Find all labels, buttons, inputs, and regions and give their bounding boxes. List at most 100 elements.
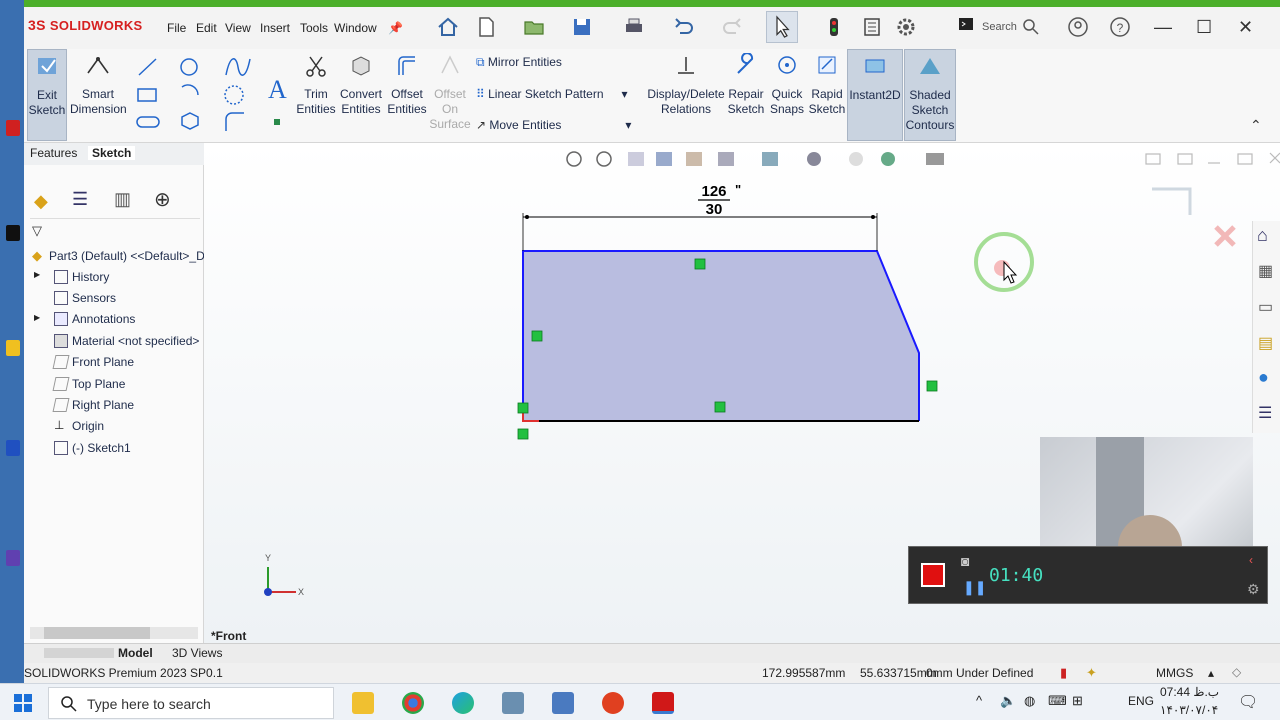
save-icon[interactable] xyxy=(570,15,594,39)
taskbar-search-input[interactable]: Type here to search xyxy=(87,696,211,712)
display-delete-relations-button[interactable]: Display/Delete Relations xyxy=(646,53,726,117)
chevron-down-icon[interactable]: ▾ xyxy=(625,118,631,132)
menu-window[interactable]: Window xyxy=(334,21,377,35)
language-icon[interactable]: ⊞ xyxy=(1072,693,1083,709)
offset-entities-button[interactable]: Offset Entities xyxy=(384,53,430,117)
redo-icon[interactable] xyxy=(720,15,744,39)
shaded-sketch-contours-button[interactable]: Shaded Sketch Contours xyxy=(904,49,956,141)
tree-item-material[interactable]: Material <not specified> xyxy=(72,334,199,348)
command-search-icon[interactable] xyxy=(958,16,974,32)
menu-edit[interactable]: Edit xyxy=(196,21,217,35)
desktop-app-icon[interactable] xyxy=(6,340,20,356)
filter-icon[interactable]: ▽ xyxy=(32,223,42,239)
expand-arrow-icon[interactable]: ▶ xyxy=(34,270,40,279)
tab-3d-views[interactable]: 3D Views xyxy=(172,646,222,660)
gear-icon[interactable] xyxy=(894,15,918,39)
design-library-icon[interactable]: ▦ xyxy=(1258,261,1273,281)
notifications-icon[interactable]: 🗨 xyxy=(1238,692,1258,712)
pause-icon[interactable]: ❚❚ xyxy=(963,579,986,596)
desktop-app-icon[interactable] xyxy=(6,225,20,241)
smart-dimension-button[interactable]: Smart Dimension xyxy=(70,53,127,117)
chevron-down-icon[interactable]: ▾ xyxy=(622,87,628,101)
scrollbar-thumb[interactable] xyxy=(44,627,150,639)
desktop-app-icon[interactable] xyxy=(6,120,20,136)
search-input[interactable]: Search xyxy=(982,21,1017,33)
solidworks-resources-icon[interactable]: ⌂ xyxy=(1257,225,1268,246)
view-palette-icon[interactable]: ▤ xyxy=(1258,333,1273,353)
tree-item-sensors[interactable]: Sensors xyxy=(72,291,116,305)
repair-sketch-button[interactable]: Repair Sketch xyxy=(726,52,766,117)
offset-on-surface-button[interactable]: Offset On Surface xyxy=(428,53,472,132)
collapse-ribbon-icon[interactable]: ⌃ xyxy=(1250,117,1262,134)
show-hidden-icons[interactable]: ^ xyxy=(976,693,982,708)
mirror-entities-button[interactable]: ⧉ Mirror Entities xyxy=(476,55,562,70)
tree-item-right-plane[interactable]: Right Plane xyxy=(72,398,134,412)
clock-date[interactable]: ۱۴۰۳/۰۷/۰۴ xyxy=(1160,703,1218,717)
menu-tools[interactable]: Tools xyxy=(300,21,328,35)
tag-icon[interactable]: ◇ xyxy=(1232,665,1241,679)
tree-item-sketch1[interactable]: (-) Sketch1 xyxy=(72,441,131,455)
rapid-sketch-button[interactable]: Rapid Sketch xyxy=(808,53,846,117)
camera-icon[interactable]: ◙ xyxy=(961,553,969,569)
windows-start-icon[interactable] xyxy=(14,694,32,712)
tree-item-history[interactable]: History xyxy=(72,270,109,284)
viewport-window-controls[interactable] xyxy=(1145,152,1280,165)
tab-scroll-arrows[interactable] xyxy=(44,648,114,658)
unit-dropdown-icon[interactable]: ▴ xyxy=(1208,666,1214,680)
undo-icon[interactable] xyxy=(672,15,696,39)
convert-entities-button[interactable]: Convert Entities xyxy=(338,53,384,117)
tree-item-annotations[interactable]: Annotations xyxy=(72,312,135,326)
exit-sketch-button[interactable]: Exit Sketch xyxy=(27,49,67,141)
language-indicator[interactable]: ENG xyxy=(1128,694,1154,708)
network-icon[interactable]: ◍ xyxy=(1024,693,1035,709)
rebuild-icon[interactable] xyxy=(822,15,846,39)
help-icon[interactable]: ? xyxy=(1108,15,1132,39)
menu-insert[interactable]: Insert xyxy=(260,21,290,35)
custom-properties-icon[interactable]: ☰ xyxy=(1258,403,1272,423)
file-explorer-icon[interactable]: ▭ xyxy=(1258,297,1273,317)
tree-item-top-plane[interactable]: Top Plane xyxy=(72,377,125,391)
edge-icon[interactable] xyxy=(452,692,474,714)
search-icon[interactable] xyxy=(1022,18,1040,36)
pin-icon[interactable]: 📌 xyxy=(388,21,403,35)
close-button[interactable]: ✕ xyxy=(1238,17,1253,38)
calculator-icon[interactable] xyxy=(552,692,574,714)
user-account-icon[interactable] xyxy=(1066,15,1090,39)
property-manager-icon[interactable]: ☰ xyxy=(72,189,88,210)
home-icon[interactable] xyxy=(436,15,460,39)
taskbar-search-box[interactable]: Type here to search xyxy=(48,687,334,719)
instant2d-button[interactable]: Instant2D xyxy=(847,49,903,141)
file-properties-icon[interactable] xyxy=(860,15,884,39)
linear-sketch-pattern-button[interactable]: ⠿ Linear Sketch Pattern ▾ xyxy=(476,87,628,101)
dimension-value-fraction[interactable]: 30 xyxy=(706,201,723,218)
maximize-button[interactable]: ☐ xyxy=(1196,17,1212,38)
desktop-app-icon[interactable] xyxy=(6,440,20,456)
select-tool-button[interactable] xyxy=(766,11,798,43)
dimxpert-manager-icon[interactable]: ⊕ xyxy=(154,187,171,212)
heads-up-view-toolbar[interactable] xyxy=(566,151,944,167)
tab-sketch[interactable]: Sketch xyxy=(88,146,136,160)
menu-view[interactable]: View xyxy=(225,21,251,35)
open-folder-icon[interactable] xyxy=(522,15,546,39)
cancel-sketch-icon[interactable] xyxy=(1214,225,1236,247)
solidworks-logo[interactable]: 3S SOLIDWORKS xyxy=(28,17,142,33)
tree-horizontal-scrollbar[interactable] xyxy=(30,627,198,639)
clock-time[interactable]: 07:44 ب.ظ xyxy=(1160,685,1219,699)
text-tool-icon[interactable]: A xyxy=(268,75,287,105)
recorder-app-icon[interactable] xyxy=(602,692,624,714)
expand-arrow-icon[interactable]: ▶ xyxy=(34,313,40,322)
desktop-app-icon[interactable] xyxy=(6,550,20,566)
recorder-settings-icon[interactable]: ⚙ xyxy=(1247,581,1260,598)
stop-recording-button[interactable] xyxy=(921,563,945,587)
chrome-icon[interactable] xyxy=(402,692,424,714)
appearances-icon[interactable]: ● xyxy=(1258,367,1269,388)
menu-file[interactable]: File xyxy=(167,21,186,35)
file-explorer-icon[interactable] xyxy=(352,692,374,714)
tree-item-origin[interactable]: Origin xyxy=(72,419,104,433)
dimension-value-whole[interactable]: 126 xyxy=(701,183,726,200)
quick-snaps-button[interactable]: Quick Snaps xyxy=(768,53,806,117)
confirmation-corner[interactable] xyxy=(1152,187,1192,215)
tab-model[interactable]: Model xyxy=(118,646,153,660)
sketch-tools-grid[interactable] xyxy=(134,55,284,135)
tree-item-front-plane[interactable]: Front Plane xyxy=(72,355,134,369)
